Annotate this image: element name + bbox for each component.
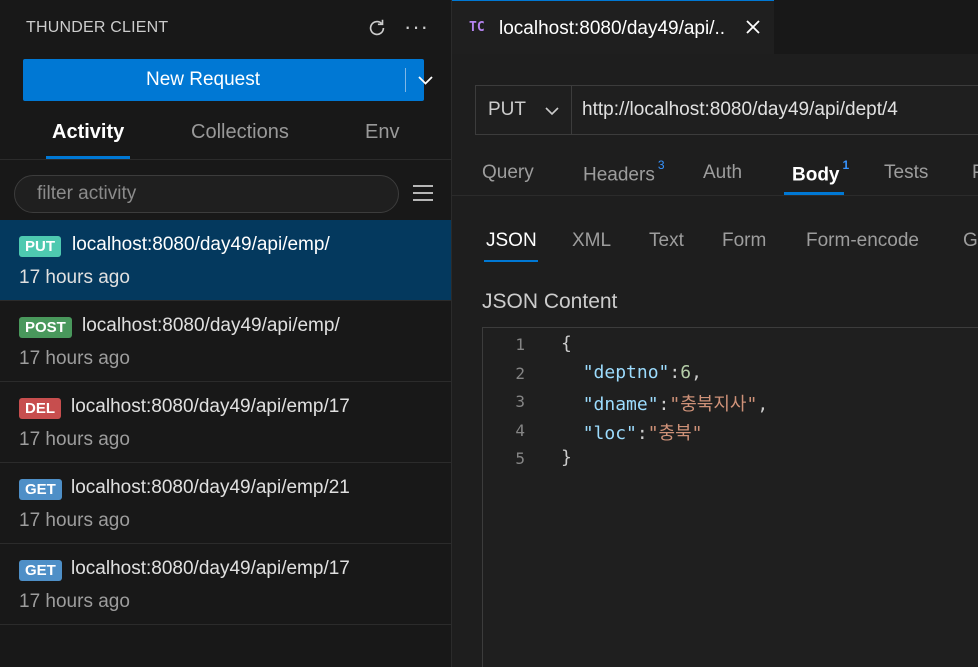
tab-label: Headers: [583, 164, 655, 186]
tab-label: Query: [482, 162, 534, 183]
url-input[interactable]: [582, 86, 972, 134]
tab-activity[interactable]: Activity: [52, 121, 124, 144]
body-type-tabs: JSON XML Text Form Form-encode G: [452, 218, 978, 264]
activity-time: 17 hours ago: [19, 348, 130, 369]
refresh-icon[interactable]: [366, 17, 388, 39]
line-number: 4: [515, 421, 525, 440]
tab-count-badge: 1: [842, 158, 850, 172]
tab-query[interactable]: Query: [482, 162, 534, 184]
close-icon[interactable]: [743, 17, 763, 37]
tab-label: P: [972, 162, 978, 183]
new-request-button[interactable]: New Request: [23, 59, 433, 101]
panel-divider[interactable]: [451, 0, 452, 667]
method-badge: POST: [19, 317, 72, 338]
menu-icon[interactable]: [411, 182, 435, 204]
json-key: "dname": [582, 394, 659, 415]
activity-time: 17 hours ago: [19, 510, 130, 531]
code-line: }: [561, 447, 572, 468]
editor-tab-title: localhost:8080/day49/api/..: [499, 18, 726, 39]
button-separator: [405, 68, 406, 92]
sidebar-tabs: Activity Collections Env: [0, 110, 451, 160]
sidebar-title: THUNDER CLIENT: [26, 19, 169, 36]
json-value: 6: [680, 362, 692, 383]
tab-auth[interactable]: Auth: [703, 162, 742, 184]
active-body-tab-indicator: [484, 260, 538, 262]
method-badge: DEL: [19, 398, 61, 419]
activity-url: localhost:8080/day49/api/emp/21: [71, 477, 350, 498]
tab-graphql[interactable]: G: [963, 230, 978, 252]
request-tabs: Query Headers3 Auth Body1 Tests P: [452, 150, 978, 196]
activity-time: 17 hours ago: [19, 429, 130, 450]
sidebar-header: THUNDER CLIENT ···: [0, 0, 451, 56]
filter-box: [14, 175, 399, 213]
activity-item[interactable]: POST localhost:8080/day49/api/emp/ 17 ho…: [0, 301, 451, 382]
activity-url: localhost:8080/day49/api/emp/17: [71, 396, 350, 417]
active-tab-indicator: [46, 156, 130, 159]
code-line: "deptno":6,: [582, 362, 702, 383]
tab-xml[interactable]: XML: [572, 230, 611, 252]
activity-time: 17 hours ago: [19, 591, 130, 612]
active-tab-indicator: [784, 192, 844, 195]
activity-item[interactable]: DEL localhost:8080/day49/api/emp/17 17 h…: [0, 382, 451, 463]
json-content-label: JSON Content: [482, 290, 618, 313]
tab-form-encode[interactable]: Form-encode: [806, 230, 919, 252]
method-badge: GET: [19, 479, 62, 500]
line-number: 2: [515, 364, 525, 383]
code-line: "loc":"충북": [582, 423, 703, 444]
json-editor[interactable]: 1 2 3 4 5 { "deptno":6, "dname":"충북지사", …: [482, 327, 978, 667]
activity-time: 17 hours ago: [19, 267, 130, 288]
editor-tab[interactable]: TC localhost:8080/day49/api/..: [452, 0, 774, 54]
editor-tab-bar: TC localhost:8080/day49/api/..: [452, 0, 978, 54]
new-request-label: New Request: [145, 69, 261, 90]
tab-json[interactable]: JSON: [486, 230, 537, 252]
tab-env[interactable]: Env: [365, 121, 399, 144]
json-value: "충북지사": [669, 394, 758, 415]
brace-close: }: [561, 447, 572, 468]
json-value: "충북": [647, 423, 703, 444]
request-url-bar: PUT: [475, 85, 978, 135]
tab-text[interactable]: Text: [649, 230, 684, 252]
tab-partial[interactable]: P: [972, 162, 978, 184]
brace-open: {: [561, 333, 572, 354]
line-number: 5: [515, 449, 525, 468]
more-actions-icon[interactable]: ···: [404, 14, 429, 40]
tab-tests[interactable]: Tests: [884, 162, 928, 184]
tab-collections[interactable]: Collections: [191, 121, 289, 144]
activity-item[interactable]: GET localhost:8080/day49/api/emp/17 17 h…: [0, 544, 451, 625]
method-badge: GET: [19, 560, 62, 581]
activity-item[interactable]: PUT localhost:8080/day49/api/emp/ 17 hou…: [0, 220, 451, 301]
activity-item[interactable]: GET localhost:8080/day49/api/emp/21 17 h…: [0, 463, 451, 544]
line-number: 1: [515, 335, 525, 354]
activity-url: localhost:8080/day49/api/emp/17: [71, 558, 350, 579]
code-line: {: [561, 333, 572, 354]
method-label: PUT: [488, 99, 526, 120]
activity-url: localhost:8080/day49/api/emp/: [72, 234, 330, 255]
line-number: 3: [515, 392, 525, 411]
activity-url: localhost:8080/day49/api/emp/: [82, 315, 340, 336]
tab-label: Auth: [703, 162, 743, 183]
tab-label: Body: [792, 164, 840, 186]
chevron-down-icon[interactable]: [407, 59, 444, 101]
json-key: "deptno": [582, 362, 670, 383]
tab-headers[interactable]: Headers 3: [583, 158, 665, 186]
chevron-down-icon: [545, 107, 559, 116]
tab-form[interactable]: Form: [722, 230, 766, 252]
filter-activity-input[interactable]: [37, 176, 377, 212]
code-line: "dname":"충북지사",: [582, 394, 769, 415]
line-number-gutter: 1 2 3 4 5: [483, 328, 543, 667]
tab-count-badge: 3: [657, 158, 665, 172]
thunder-client-sidebar: THUNDER CLIENT ··· New Request Activity …: [0, 0, 451, 667]
tab-label: Tests: [884, 162, 929, 183]
thunder-client-icon: TC: [469, 20, 485, 35]
activity-list: PUT localhost:8080/day49/api/emp/ 17 hou…: [0, 220, 451, 625]
method-badge: PUT: [19, 236, 61, 257]
json-key: "loc": [582, 423, 637, 444]
tab-body[interactable]: Body 1: [792, 158, 849, 186]
method-select[interactable]: PUT: [476, 86, 572, 134]
